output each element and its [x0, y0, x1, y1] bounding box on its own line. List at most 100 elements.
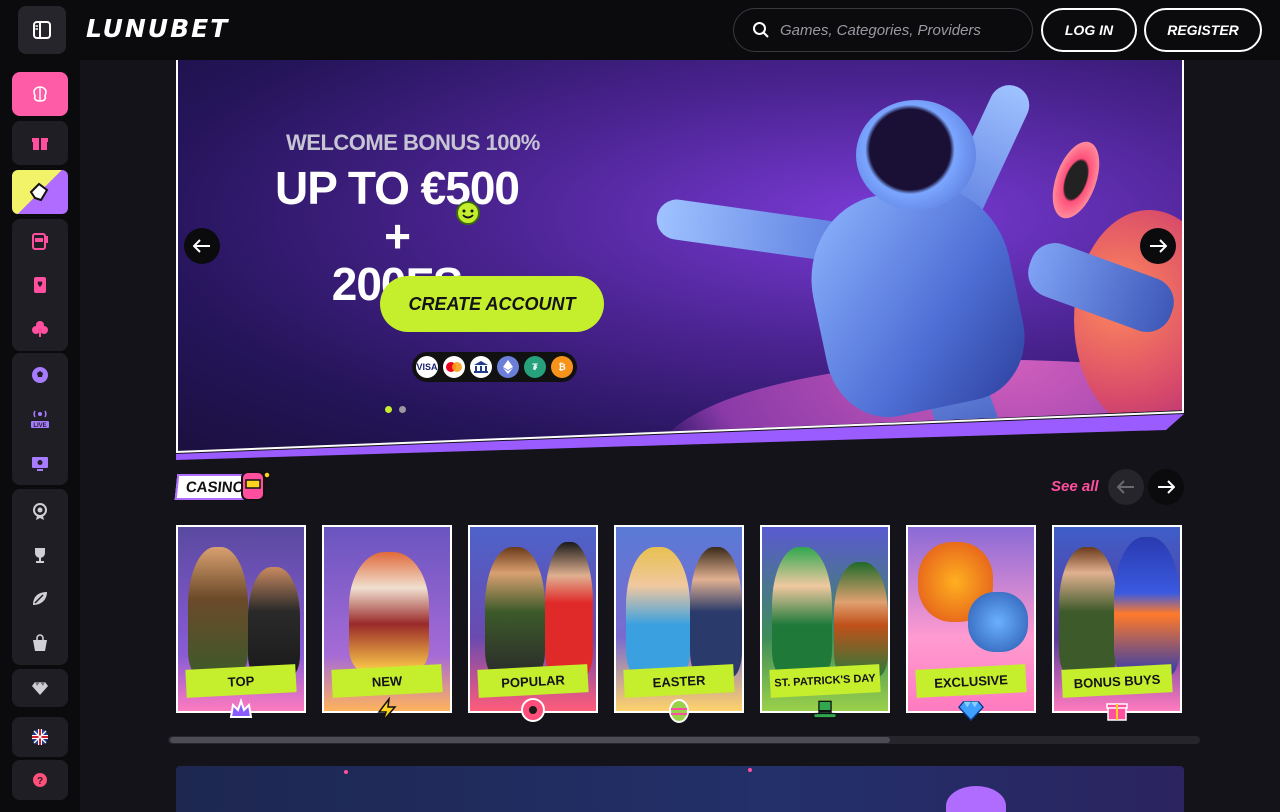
- sidebar-item-slots[interactable]: [12, 219, 68, 263]
- category-label: EXCLUSIVE: [915, 664, 1027, 698]
- uk-flag-icon: [32, 729, 48, 745]
- smiley-icon: [456, 201, 480, 225]
- hero-border: [1182, 60, 1184, 412]
- star-graphic: [748, 768, 752, 772]
- sidebar-item-brain[interactable]: [12, 72, 68, 116]
- language-selector[interactable]: [12, 715, 68, 759]
- category-card-popular[interactable]: POPULAR: [468, 525, 598, 713]
- category-card-st-patricks[interactable]: ST. PATRICK'S DAY: [760, 525, 890, 713]
- main-content: WELCOME BONUS 100% UP TO €500 + 200FS CR…: [80, 60, 1280, 812]
- character-graphic: [349, 552, 429, 672]
- visa-icon: VISA: [416, 356, 438, 378]
- category-card-easter[interactable]: EASTER: [614, 525, 744, 713]
- sidebar-group-misc: [12, 489, 68, 665]
- sidebar-toggle-icon: [33, 21, 51, 39]
- svg-text:LIVE: LIVE: [33, 423, 46, 429]
- character-graphic: [1059, 547, 1117, 677]
- ethereum-icon: [497, 356, 519, 378]
- clover-icon: [32, 321, 48, 337]
- soccer-ball-icon: [32, 367, 48, 383]
- sidebar-group-3: [12, 170, 68, 214]
- category-card-exclusive[interactable]: EXCLUSIVE: [906, 525, 1036, 713]
- hero-prev-button[interactable]: [184, 228, 220, 264]
- payment-methods: VISA ₮ ₿: [412, 352, 577, 382]
- arrow-right-icon: [1150, 239, 1167, 253]
- sidebar-item-esports[interactable]: [12, 441, 68, 485]
- hero-amount-line1: UP TO €500 +: [274, 162, 520, 262]
- sidebar-group-vip: [12, 669, 68, 707]
- search-box[interactable]: [733, 8, 1033, 52]
- character-graphic: [1114, 537, 1180, 677]
- esports-icon: [32, 457, 48, 471]
- secondary-banner[interactable]: [176, 766, 1184, 812]
- sidebar-item-live[interactable]: LIVE: [12, 397, 68, 441]
- trophy-icon: [35, 548, 45, 563]
- category-label: NEW: [331, 664, 443, 698]
- help-icon: ?: [33, 773, 47, 787]
- tether-icon: ₮: [524, 356, 546, 378]
- sidebar-item-vip[interactable]: [12, 666, 68, 710]
- arrow-right-icon: [1158, 480, 1175, 494]
- help-button[interactable]: ?: [12, 758, 68, 802]
- character-graphic: [772, 547, 832, 677]
- category-label: BONUS BUYS: [1061, 664, 1173, 698]
- sidebar-toggle-button[interactable]: [18, 6, 66, 54]
- card-icon: [34, 277, 46, 293]
- character-graphic: [248, 567, 300, 677]
- casino-prev-button[interactable]: [1108, 469, 1144, 505]
- character-graphic: [545, 542, 593, 677]
- sidebar-item-leaf[interactable]: [12, 577, 68, 621]
- mastercard-icon: [443, 356, 465, 378]
- casino-next-button[interactable]: [1148, 469, 1184, 505]
- sidebar-group-sports: LIVE: [12, 353, 68, 485]
- arrow-left-icon: [193, 239, 210, 253]
- slot-machine-icon: [241, 471, 271, 501]
- login-button[interactable]: LOG IN: [1041, 8, 1137, 52]
- hero-border: [176, 60, 178, 452]
- diamond-icon: [32, 682, 48, 695]
- planet-graphic: [946, 786, 1006, 812]
- sidebar-item-gift[interactable]: [12, 121, 68, 165]
- slot-machine-icon: [32, 233, 48, 250]
- sidebar-item-sports[interactable]: [12, 353, 68, 397]
- hero-banner[interactable]: WELCOME BONUS 100% UP TO €500 + 200FS CR…: [176, 60, 1184, 452]
- category-label: EASTER: [623, 664, 735, 698]
- sidebar-item-clover[interactable]: [12, 307, 68, 351]
- sidebar: LIVE ?: [0, 60, 80, 812]
- star-graphic: [344, 770, 348, 774]
- arrow-left-icon: [1117, 480, 1134, 494]
- sidebar-item-shop[interactable]: [12, 621, 68, 665]
- character-graphic: [626, 547, 690, 677]
- hero-next-button[interactable]: [1140, 228, 1176, 264]
- category-card-top[interactable]: TOP: [176, 525, 306, 713]
- top-header: LUNUBET LOG IN REGISTER: [0, 0, 1280, 60]
- sidebar-item-trophy[interactable]: [12, 533, 68, 577]
- sidebar-group-2: [12, 121, 68, 165]
- sidebar-item-badge[interactable]: [12, 489, 68, 533]
- character-graphic: [690, 547, 742, 677]
- gem-icon: [958, 697, 984, 723]
- search-input[interactable]: [780, 21, 1010, 39]
- category-card-bonus-buys[interactable]: BONUS BUYS: [1052, 525, 1182, 713]
- brain-icon: [33, 86, 47, 102]
- leaf-icon: [33, 592, 47, 605]
- see-all-link[interactable]: See all: [1051, 478, 1099, 495]
- site-logo[interactable]: LUNUBET: [86, 14, 229, 43]
- easter-egg-icon: [666, 697, 692, 723]
- crown-icon: [228, 697, 254, 723]
- register-button[interactable]: REGISTER: [1144, 8, 1262, 52]
- svg-text:?: ?: [37, 776, 43, 787]
- gift-icon: [32, 138, 48, 150]
- sidebar-group-help: ?: [12, 760, 68, 800]
- create-account-button[interactable]: CREATE ACCOUNT: [380, 276, 604, 332]
- sidebar-item-promo[interactable]: [12, 170, 68, 214]
- astronaut-helmet-graphic: [856, 100, 976, 210]
- category-card-new[interactable]: NEW: [322, 525, 452, 713]
- promo-hand-icon: [29, 182, 49, 202]
- sidebar-item-cards[interactable]: [12, 263, 68, 307]
- character-graphic: [968, 592, 1028, 652]
- sidebar-group-lang: [12, 717, 68, 757]
- carousel-scrollbar-thumb[interactable]: [170, 737, 890, 743]
- bank-icon: [470, 356, 492, 378]
- character-graphic: [485, 547, 545, 677]
